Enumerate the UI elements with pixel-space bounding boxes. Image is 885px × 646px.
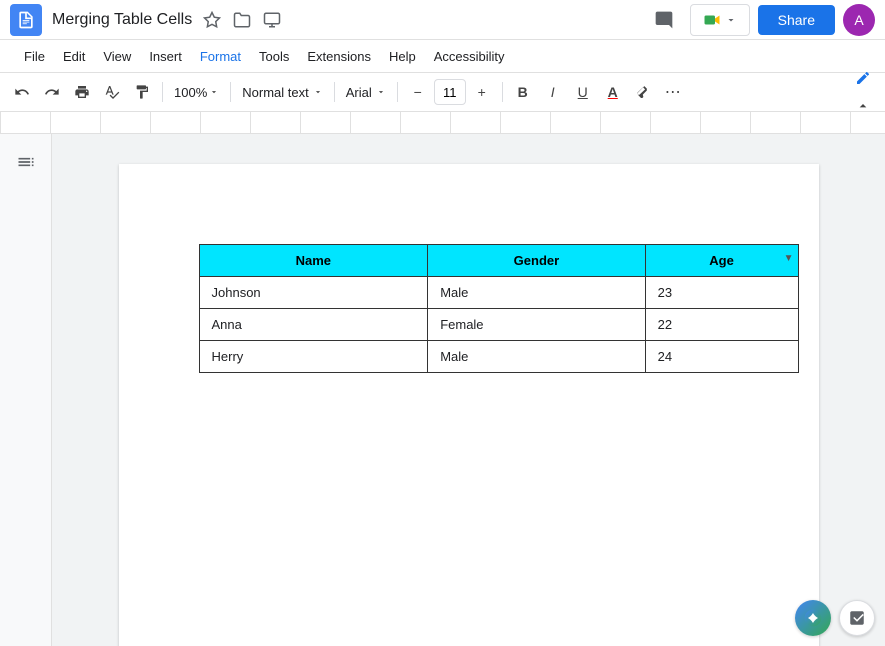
menu-item-view[interactable]: View xyxy=(95,45,139,68)
ruler xyxy=(0,112,885,134)
print-button[interactable] xyxy=(68,78,96,106)
font-decrease-button[interactable]: − xyxy=(404,78,432,106)
menu-item-extensions[interactable]: Extensions xyxy=(299,45,379,68)
font-increase-button[interactable]: + xyxy=(468,78,496,106)
data-table: Name Gender Age▼ Johnson Male 23 Anna Fe… xyxy=(199,244,799,373)
row2-age: 22 xyxy=(645,309,798,341)
title-right: Share A xyxy=(646,2,875,38)
menu-bar: File Edit View Insert Format Tools Exten… xyxy=(0,40,885,72)
separator-5 xyxy=(502,82,503,102)
menu-item-insert[interactable]: Insert xyxy=(141,45,190,68)
menu-item-file[interactable]: File xyxy=(16,45,53,68)
spellcheck-button[interactable] xyxy=(98,78,126,106)
sidebar xyxy=(0,134,52,646)
menu-item-tools[interactable]: Tools xyxy=(251,45,297,68)
separator-4 xyxy=(397,82,398,102)
row1-gender: Male xyxy=(428,277,645,309)
avatar[interactable]: A xyxy=(843,4,875,36)
app-icon[interactable] xyxy=(10,4,42,36)
document-page: Name Gender Age▼ Johnson Male 23 Anna Fe… xyxy=(119,164,819,646)
bold-button[interactable]: B xyxy=(509,78,537,106)
separator-3 xyxy=(334,82,335,102)
underline-button[interactable]: U xyxy=(569,78,597,106)
text-color-button[interactable]: A xyxy=(599,78,627,106)
font-size-input[interactable] xyxy=(434,79,466,105)
menu-item-edit[interactable]: Edit xyxy=(55,45,93,68)
comments-button[interactable] xyxy=(646,2,682,38)
title-icons xyxy=(200,8,284,32)
italic-button[interactable]: I xyxy=(539,78,567,106)
highlight-button[interactable] xyxy=(629,78,657,106)
table-row: Johnson Male 23 xyxy=(199,277,798,309)
header-gender: Gender xyxy=(428,245,645,277)
table-body: Johnson Male 23 Anna Female 22 Herry Mal… xyxy=(199,277,798,373)
font-select[interactable]: Arial xyxy=(341,78,391,106)
row3-name: Herry xyxy=(199,341,428,373)
more-formatting-button[interactable]: ⋯ xyxy=(659,78,687,106)
header-age: Age▼ xyxy=(645,245,798,277)
star-icon[interactable] xyxy=(200,8,224,32)
undo-button[interactable] xyxy=(8,78,36,106)
title-bar: Merging Table Cells Share A xyxy=(0,0,885,40)
row1-name: Johnson xyxy=(199,277,428,309)
header-row: Name Gender Age▼ xyxy=(199,245,798,277)
menu-item-format[interactable]: Format xyxy=(192,45,249,68)
gemini-button[interactable] xyxy=(795,600,831,636)
redo-button[interactable] xyxy=(38,78,66,106)
paragraph-style-value: Normal text xyxy=(242,85,308,100)
menu-item-accessibility[interactable]: Accessibility xyxy=(426,45,513,68)
separator-1 xyxy=(162,82,163,102)
zoom-value: 100% xyxy=(174,85,207,100)
present-icon[interactable] xyxy=(260,8,284,32)
table-row: Anna Female 22 xyxy=(199,309,798,341)
header-name: Name xyxy=(199,245,428,277)
row3-gender: Male xyxy=(428,341,645,373)
document-area[interactable]: Name Gender Age▼ Johnson Male 23 Anna Fe… xyxy=(52,134,885,646)
move-to-folder-icon[interactable] xyxy=(230,8,254,32)
paragraph-style-select[interactable]: Normal text xyxy=(237,78,327,106)
outline-icon[interactable] xyxy=(8,144,44,180)
meet-button[interactable] xyxy=(690,4,750,36)
document-title: Merging Table Cells xyxy=(52,11,192,29)
font-value: Arial xyxy=(346,85,372,100)
row3-age: 24 xyxy=(645,341,798,373)
ruler-marks xyxy=(0,112,885,133)
help-button[interactable] xyxy=(839,600,875,636)
bottom-bar xyxy=(795,600,875,636)
table-row: Herry Male 24 xyxy=(199,341,798,373)
separator-2 xyxy=(230,82,231,102)
row2-gender: Female xyxy=(428,309,645,341)
table-header: Name Gender Age▼ xyxy=(199,245,798,277)
main-area: Name Gender Age▼ Johnson Male 23 Anna Fe… xyxy=(0,134,885,646)
row1-age: 23 xyxy=(645,277,798,309)
toolbar: 100% Normal text Arial − + B I U A ⋯ xyxy=(0,72,885,112)
menu-item-help[interactable]: Help xyxy=(381,45,424,68)
share-button[interactable]: Share xyxy=(758,5,835,35)
row2-name: Anna xyxy=(199,309,428,341)
pen-mode-button[interactable] xyxy=(849,64,877,92)
paint-format-button[interactable] xyxy=(128,78,156,106)
font-size-control: − + xyxy=(404,78,496,106)
zoom-select[interactable]: 100% xyxy=(169,78,224,106)
